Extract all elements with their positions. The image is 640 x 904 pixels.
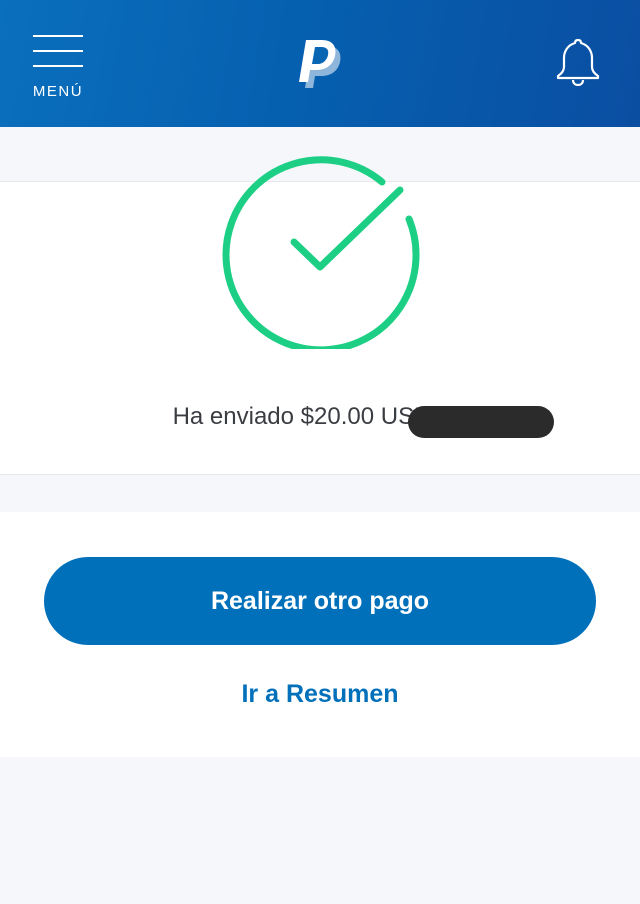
app-header: MENÚ bbox=[0, 0, 640, 127]
paypal-logo-icon bbox=[299, 40, 341, 88]
redacted-recipient bbox=[408, 406, 554, 438]
hamburger-menu-icon-bar bbox=[33, 65, 83, 67]
go-to-summary-link[interactable]: Ir a Resumen bbox=[0, 680, 640, 716]
hamburger-menu-icon-bar bbox=[33, 50, 83, 52]
menu-label: MENÚ bbox=[32, 83, 84, 100]
sent-message: Ha enviado $20.00 USD bbox=[172, 403, 432, 430]
menu-button[interactable]: MENÚ bbox=[30, 33, 86, 103]
hamburger-menu-icon bbox=[33, 35, 83, 37]
success-check-icon bbox=[222, 156, 420, 349]
bell-icon[interactable] bbox=[554, 36, 602, 86]
make-another-payment-button[interactable]: Realizar otro pago bbox=[44, 557, 596, 645]
